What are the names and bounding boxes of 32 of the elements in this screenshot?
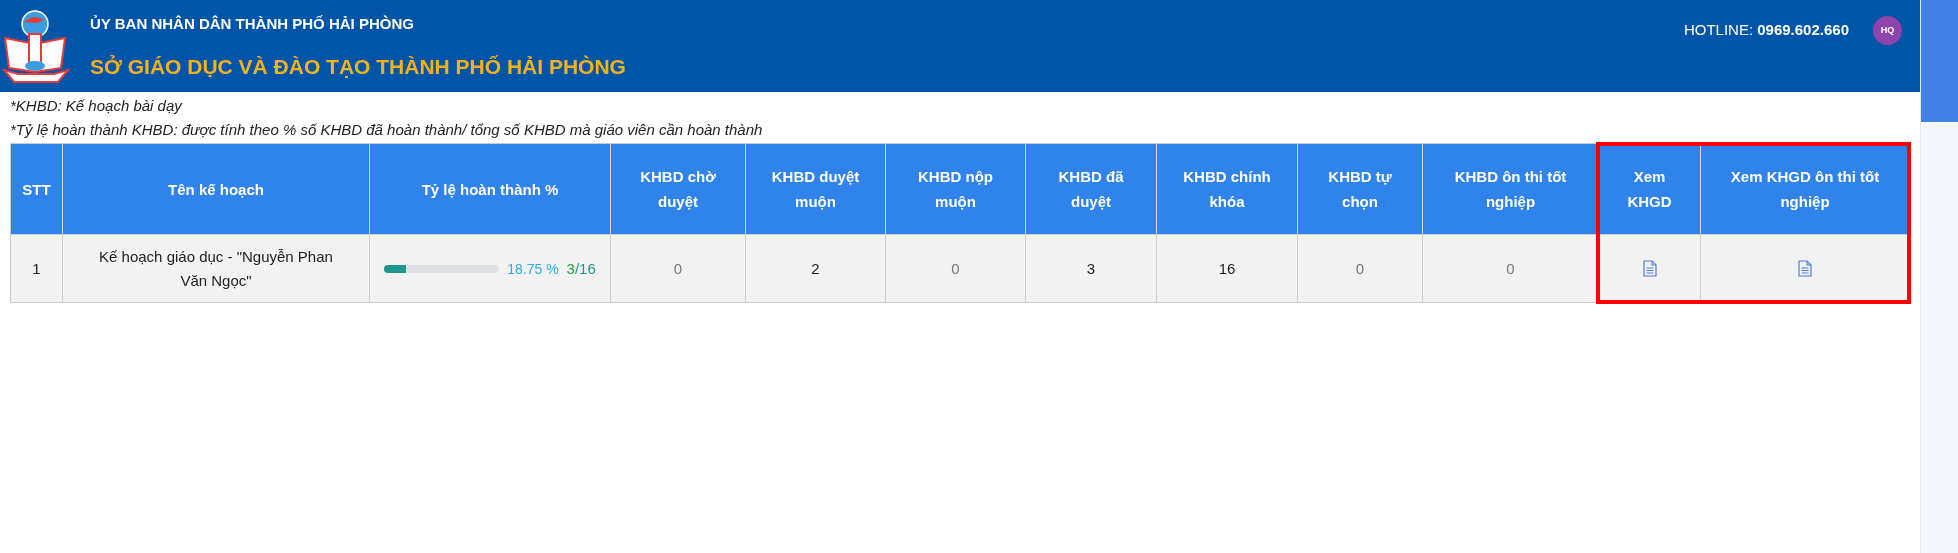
table-cell: 2 (745, 234, 885, 302)
column-header: Xem KHGD (1598, 144, 1700, 234)
column-header: KHBD đã duyệt (1025, 144, 1156, 234)
column-header: KHBD duyệt muộn (745, 144, 885, 234)
column-header: KHBD chờ duyệt (610, 144, 745, 234)
table-cell: 0 (1422, 234, 1598, 302)
table-cell: 0 (1297, 234, 1422, 302)
percent-text: 18.75 % (507, 259, 559, 279)
document-icon[interactable] (1642, 260, 1657, 277)
column-header: KHBD nộp muộn (885, 144, 1025, 234)
table-cell: 3 (1025, 234, 1156, 302)
document-icon[interactable] (1798, 260, 1812, 277)
organization-name: ỦY BAN NHÂN DÂN THÀNH PHỐ HẢI PHÒNG (90, 14, 415, 34)
column-header: KHBD chính khóa (1156, 144, 1297, 234)
table-cell: Kế hoạch giáo dục - "Nguyễn Phan Văn Ngọc" (62, 234, 369, 302)
table-cell: 0 (610, 234, 745, 302)
column-header: STT (11, 144, 62, 234)
column-header: Xem KHGD ôn thi tốt nghiệp (1700, 144, 1909, 234)
count-text: 3/16 (566, 258, 596, 279)
column-header: Tỷ lệ hoàn thành % (369, 144, 610, 234)
user-avatar[interactable]: HQ (1873, 16, 1902, 45)
department-title: SỞ GIÁO DỤC VÀ ĐÀO TẠO THÀNH PHỐ HẢI PHÒNG (90, 53, 626, 80)
column-header: KHBD ôn thi tốt nghiệp (1422, 144, 1598, 234)
note-text: *Tỷ lệ hoàn thành KHBD: được tính theo % số KHBD đã hoàn thành/ tổng số KHBD mà giáo viên cần hoàn thành (10, 120, 764, 140)
table-cell: 0 (885, 234, 1025, 302)
note-text: *KHBD: Kế hoạch bài dạy (10, 96, 184, 116)
table-cell: 1 (11, 234, 62, 302)
table-cell: 16 (1156, 234, 1297, 302)
hotline: HOTLINE: 0969.602.660 (1683, 20, 1849, 41)
scrollbar-thumb[interactable] (1921, 0, 1958, 122)
column-header: KHBD tự chọn (1297, 144, 1422, 234)
column-header: Tên kế hoạch (62, 144, 369, 234)
